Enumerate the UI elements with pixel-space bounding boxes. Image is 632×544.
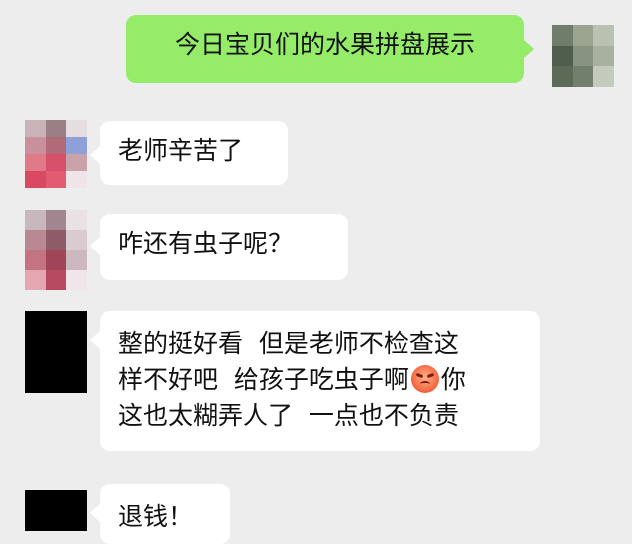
- message-line: 整的挺好看 但是老师不检查这: [118, 329, 459, 358]
- bubble-tail: [90, 237, 100, 255]
- bubble-tail: [90, 504, 100, 522]
- bubble-tail: [524, 40, 534, 58]
- angry-face-emoji-icon: [410, 365, 439, 393]
- message-line: 样不好吧 给孩子吃虫子啊 你: [118, 362, 522, 398]
- message-bubble-received[interactable]: 退钱！: [100, 484, 230, 544]
- message-text: 今日宝贝们的水果拼盘展示: [174, 30, 475, 59]
- message-bubble-received[interactable]: 咋还有虫子呢？: [100, 214, 348, 280]
- avatar-contact[interactable]: [25, 210, 87, 290]
- message-line: 这也太糊弄人了 一点也不负责: [118, 401, 459, 430]
- avatar-contact[interactable]: [25, 490, 87, 531]
- avatar-contact[interactable]: [25, 311, 87, 393]
- message-bubble-received[interactable]: 整的挺好看 但是老师不检查这 样不好吧 给孩子吃虫子啊 你 这也太糊弄人了 一点也…: [100, 311, 540, 451]
- avatar-self[interactable]: [552, 25, 614, 87]
- message-bubble-sent[interactable]: 今日宝贝们的水果拼盘展示: [126, 15, 524, 83]
- message-text: 你: [440, 365, 466, 394]
- bubble-tail: [90, 331, 100, 349]
- message-text: 样不好吧 给孩子吃虫子啊: [118, 365, 409, 394]
- message-text: 咋还有虫子呢？: [118, 229, 294, 258]
- message-text: 退钱！: [118, 502, 194, 531]
- bubble-tail: [90, 146, 100, 164]
- message-bubble-received[interactable]: 老师辛苦了: [100, 121, 288, 185]
- avatar-contact[interactable]: [25, 120, 87, 188]
- message-text: 老师辛苦了: [118, 136, 244, 165]
